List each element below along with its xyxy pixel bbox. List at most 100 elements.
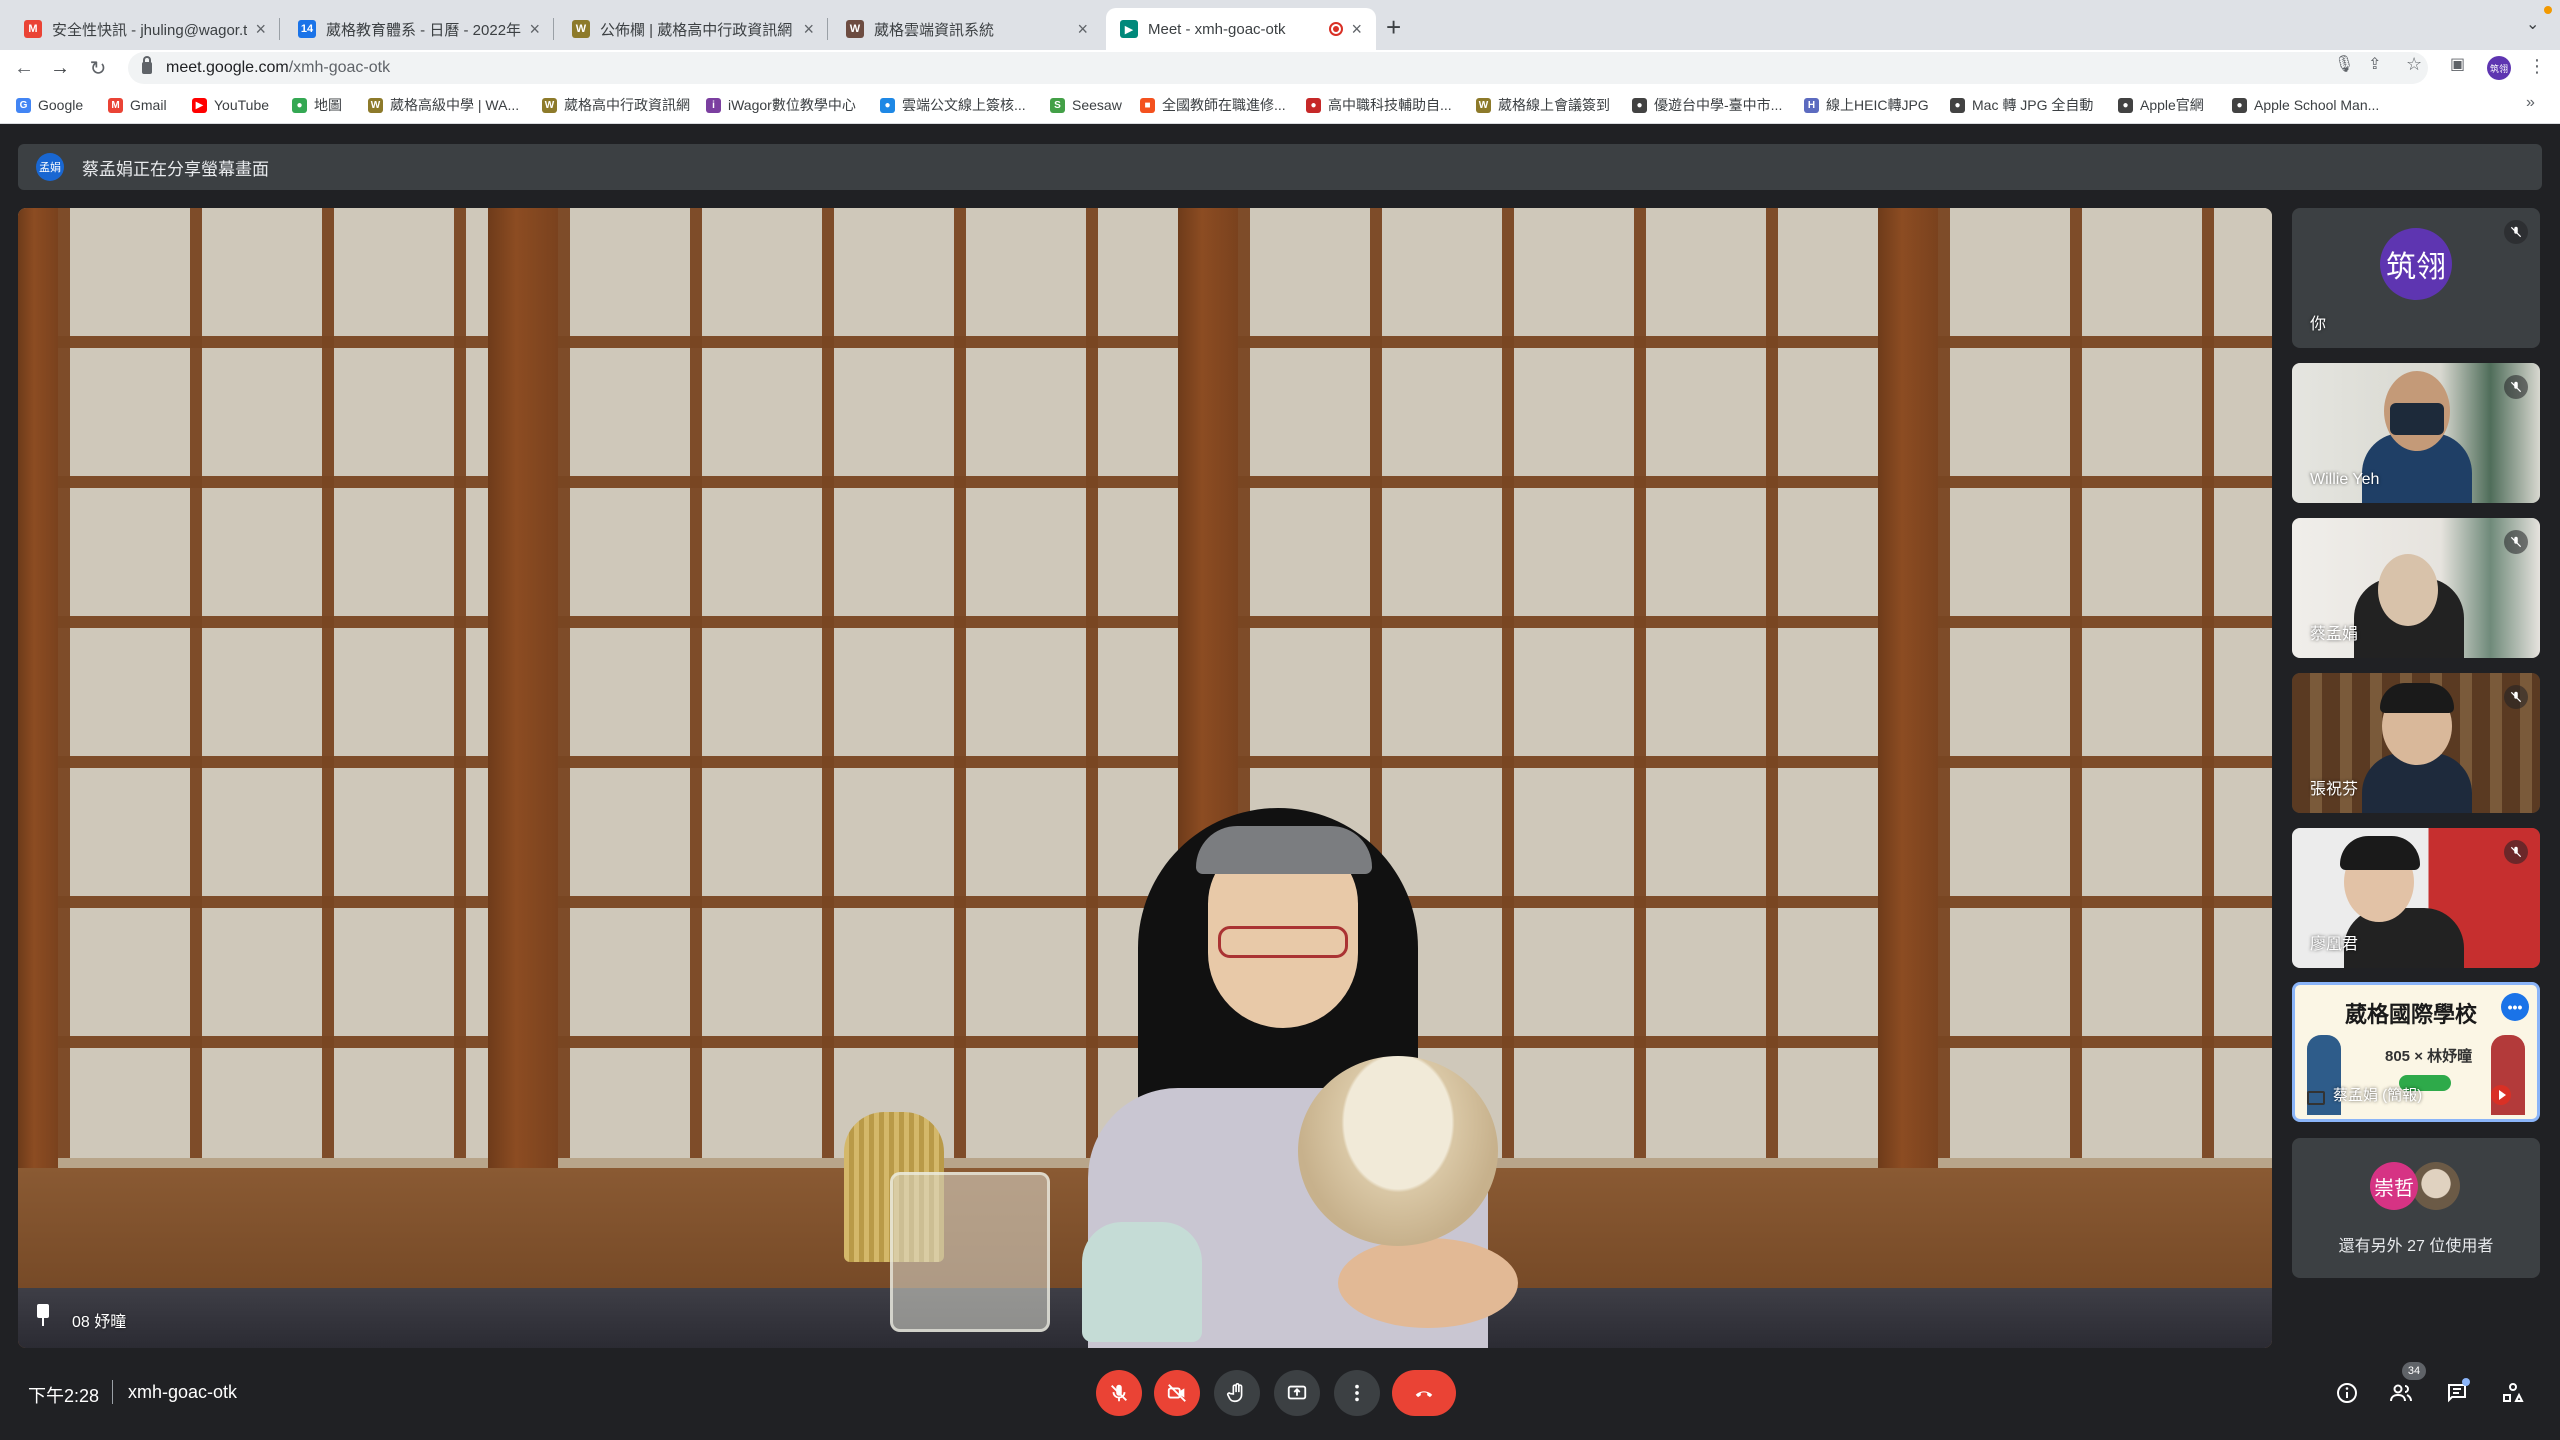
bookmark-label: iWagor數位教學中心 (728, 97, 856, 113)
bookmark-favicon-icon: ● (880, 97, 895, 113)
bookmark-item[interactable]: ■ 全國教師在職進修... (1140, 94, 1286, 116)
leave-call-button[interactable] (1392, 1370, 1456, 1416)
tab-close-icon[interactable]: × (1351, 19, 1362, 40)
profile-avatar[interactable]: 筑翎 (2487, 56, 2511, 80)
bookmark-favicon-icon: ▶ (192, 97, 207, 113)
bookmark-item[interactable]: W 葳格高級中學 | WA... (368, 94, 519, 116)
others-avatar-photo (2412, 1162, 2460, 1210)
tab-close-icon[interactable]: × (529, 19, 540, 40)
participant-count-badge: 34 (2402, 1362, 2426, 1380)
bookmark-favicon-icon: G (16, 97, 31, 113)
participant-tile[interactable]: 張祝芬 (2292, 673, 2540, 813)
presentation-subtitle: 805 × 林妤曈 (2385, 1048, 2473, 1065)
camera-toggle-button[interactable] (1154, 1370, 1200, 1416)
main-speaker-name: 08 妤曈 (72, 1314, 127, 1331)
mic-off-icon (1111, 1384, 1127, 1402)
presentation-tile[interactable]: 葳格國際學校 805 × 林妤曈 蔡孟娟 (簡報) ••• (2292, 982, 2540, 1122)
bookmark-item[interactable]: ● Apple School Man... (2232, 94, 2379, 116)
mic-off-icon (2504, 685, 2528, 709)
bookmark-label: 雲端公文線上簽核... (902, 97, 1026, 113)
bookmarks-bar: G Google M Gmail ▶ YouTube ● 地圖 W 葳格高級中學 | WA... W… (0, 86, 2560, 124)
tab-bulletin[interactable]: W 公佈欄 | 葳格高中行政資訊網 × (558, 8, 828, 50)
tab-close-icon[interactable]: × (803, 19, 814, 40)
pin-icon[interactable] (36, 1304, 50, 1326)
presentation-title: 葳格國際學校 (2345, 1002, 2478, 1027)
bookmark-item[interactable]: ● 優遊台中學-臺中市... (1632, 94, 1782, 116)
microphone-icon[interactable]: 🎙 (2334, 54, 2354, 74)
participant-name: 廖凰君 (2310, 936, 2359, 953)
bookmark-label: 葳格高級中學 | WA... (390, 97, 520, 113)
more-vert-icon (1355, 1384, 1359, 1402)
bookmark-item[interactable]: H 線上HEIC轉JPG (1804, 94, 1929, 116)
bookmark-item[interactable]: W 葳格線上會議簽到 (1476, 94, 1610, 116)
new-tab-icon[interactable]: + (1386, 12, 1401, 43)
mic-off-icon (2504, 530, 2528, 554)
bookmark-item[interactable]: ● Mac 轉 JPG 全自動 (1950, 94, 2093, 116)
raise-hand-button[interactable] (1214, 1370, 1260, 1416)
meet-icon: ▶ (1120, 20, 1138, 38)
address-bar[interactable]: meet.google.com/xmh-goac-otk (128, 52, 2428, 84)
bookmark-item[interactable]: W 葳格高中行政資訊網 (542, 94, 690, 116)
bookmark-label: Apple School Man... (2254, 97, 2380, 113)
tab-close-icon[interactable]: × (255, 19, 266, 40)
tab-cloud-system[interactable]: W 葳格雲端資訊系統 × (832, 8, 1102, 50)
tab-strip: M 安全性快訊 - jhuling@wagor.tc × 14 葳格教育體系 -… (0, 0, 2560, 50)
tab-close-icon[interactable]: × (1077, 19, 1088, 40)
bookmark-favicon-icon: ● (1306, 97, 1321, 113)
bookmark-favicon-icon: W (1476, 97, 1491, 113)
meeting-info-button[interactable] (2332, 1378, 2362, 1408)
participant-tile[interactable]: 廖凰君 (2292, 828, 2540, 968)
others-count-text: 還有另外 27 位使用者 (2338, 1238, 2494, 1255)
forward-icon[interactable]: → (46, 54, 74, 82)
bookmark-favicon-icon: ● (292, 97, 307, 113)
bookmark-item[interactable]: ● 地圖 (292, 94, 342, 116)
bookmark-label: 優遊台中學-臺中市... (1654, 97, 1783, 113)
menu-icon[interactable]: ⋮ (2528, 56, 2546, 77)
activities-icon (2503, 1383, 2524, 1402)
participant-tile[interactable]: 蔡孟娟 (2292, 518, 2540, 658)
url-host: meet.google.com (166, 59, 289, 76)
bookmark-favicon-icon: W (542, 97, 557, 113)
more-options-button[interactable] (1334, 1370, 1380, 1416)
share-icon[interactable]: ⇪ (2368, 54, 2381, 74)
activities-button[interactable] (2498, 1378, 2528, 1408)
bookmark-item[interactable]: ▶ YouTube (192, 94, 269, 116)
meeting-time: 下午2:28 (28, 1386, 100, 1406)
mic-off-icon (2504, 220, 2528, 244)
self-tile[interactable]: 筑翎 你 (2292, 208, 2540, 348)
tab-gmail[interactable]: M 安全性快訊 - jhuling@wagor.tc × (10, 8, 280, 50)
bookmark-label: 線上HEIC轉JPG (1826, 97, 1929, 113)
bookmark-item[interactable]: ● 高中職科技輔助自... (1306, 94, 1452, 116)
mic-toggle-button[interactable] (1096, 1370, 1142, 1416)
video-scene (18, 208, 2272, 1348)
bookmark-item[interactable]: ● Apple官網 (2118, 94, 2204, 116)
chevron-right-icon[interactable]: » (2526, 94, 2535, 112)
presentation-owner: 蔡孟娟 (簡報) (2333, 1087, 2423, 1104)
tab-calendar[interactable]: 14 葳格教育體系 - 日曆 - 2022年6月 × (284, 8, 554, 50)
mic-off-icon (2504, 840, 2528, 864)
bookmark-item[interactable]: M Gmail (108, 94, 167, 116)
tab-title: 葳格教育體系 - 日曆 - 2022年6月 (326, 21, 522, 39)
participant-tile[interactable]: Willie Yeh (2292, 363, 2540, 503)
bookmark-label: 葳格高中行政資訊網 (564, 97, 690, 113)
main-video[interactable] (18, 208, 2272, 1348)
info-icon (2337, 1383, 2357, 1403)
bookmark-item[interactable]: G Google (16, 94, 83, 116)
others-tile[interactable]: 崇哲 還有另外 27 位使用者 (2292, 1138, 2540, 1278)
reload-icon[interactable]: ↻ (84, 54, 112, 82)
back-icon[interactable]: ← (10, 54, 38, 82)
more-options-icon[interactable]: ••• (2501, 993, 2529, 1021)
bookmark-item[interactable]: S Seesaw (1050, 94, 1122, 116)
tab-meet[interactable]: ▶ Meet - xmh-goac-otk × (1106, 8, 1376, 50)
sidepanel-icon[interactable]: ▣ (2450, 54, 2465, 74)
calendar-icon: 14 (298, 20, 316, 38)
meeting-code[interactable]: xmh-goac-otk (128, 1382, 237, 1403)
bookmark-label: Mac 轉 JPG 全自動 (1972, 97, 2094, 113)
play-icon[interactable] (2491, 1085, 2511, 1105)
bookmark-item[interactable]: i iWagor數位教學中心 (706, 94, 856, 116)
people-button[interactable] (2386, 1378, 2416, 1408)
bookmark-item[interactable]: ● 雲端公文線上簽核... (880, 94, 1026, 116)
star-icon[interactable]: ☆ (2406, 54, 2422, 75)
chevron-down-icon[interactable]: ⌄ (2526, 14, 2539, 34)
present-button[interactable] (1274, 1370, 1320, 1416)
